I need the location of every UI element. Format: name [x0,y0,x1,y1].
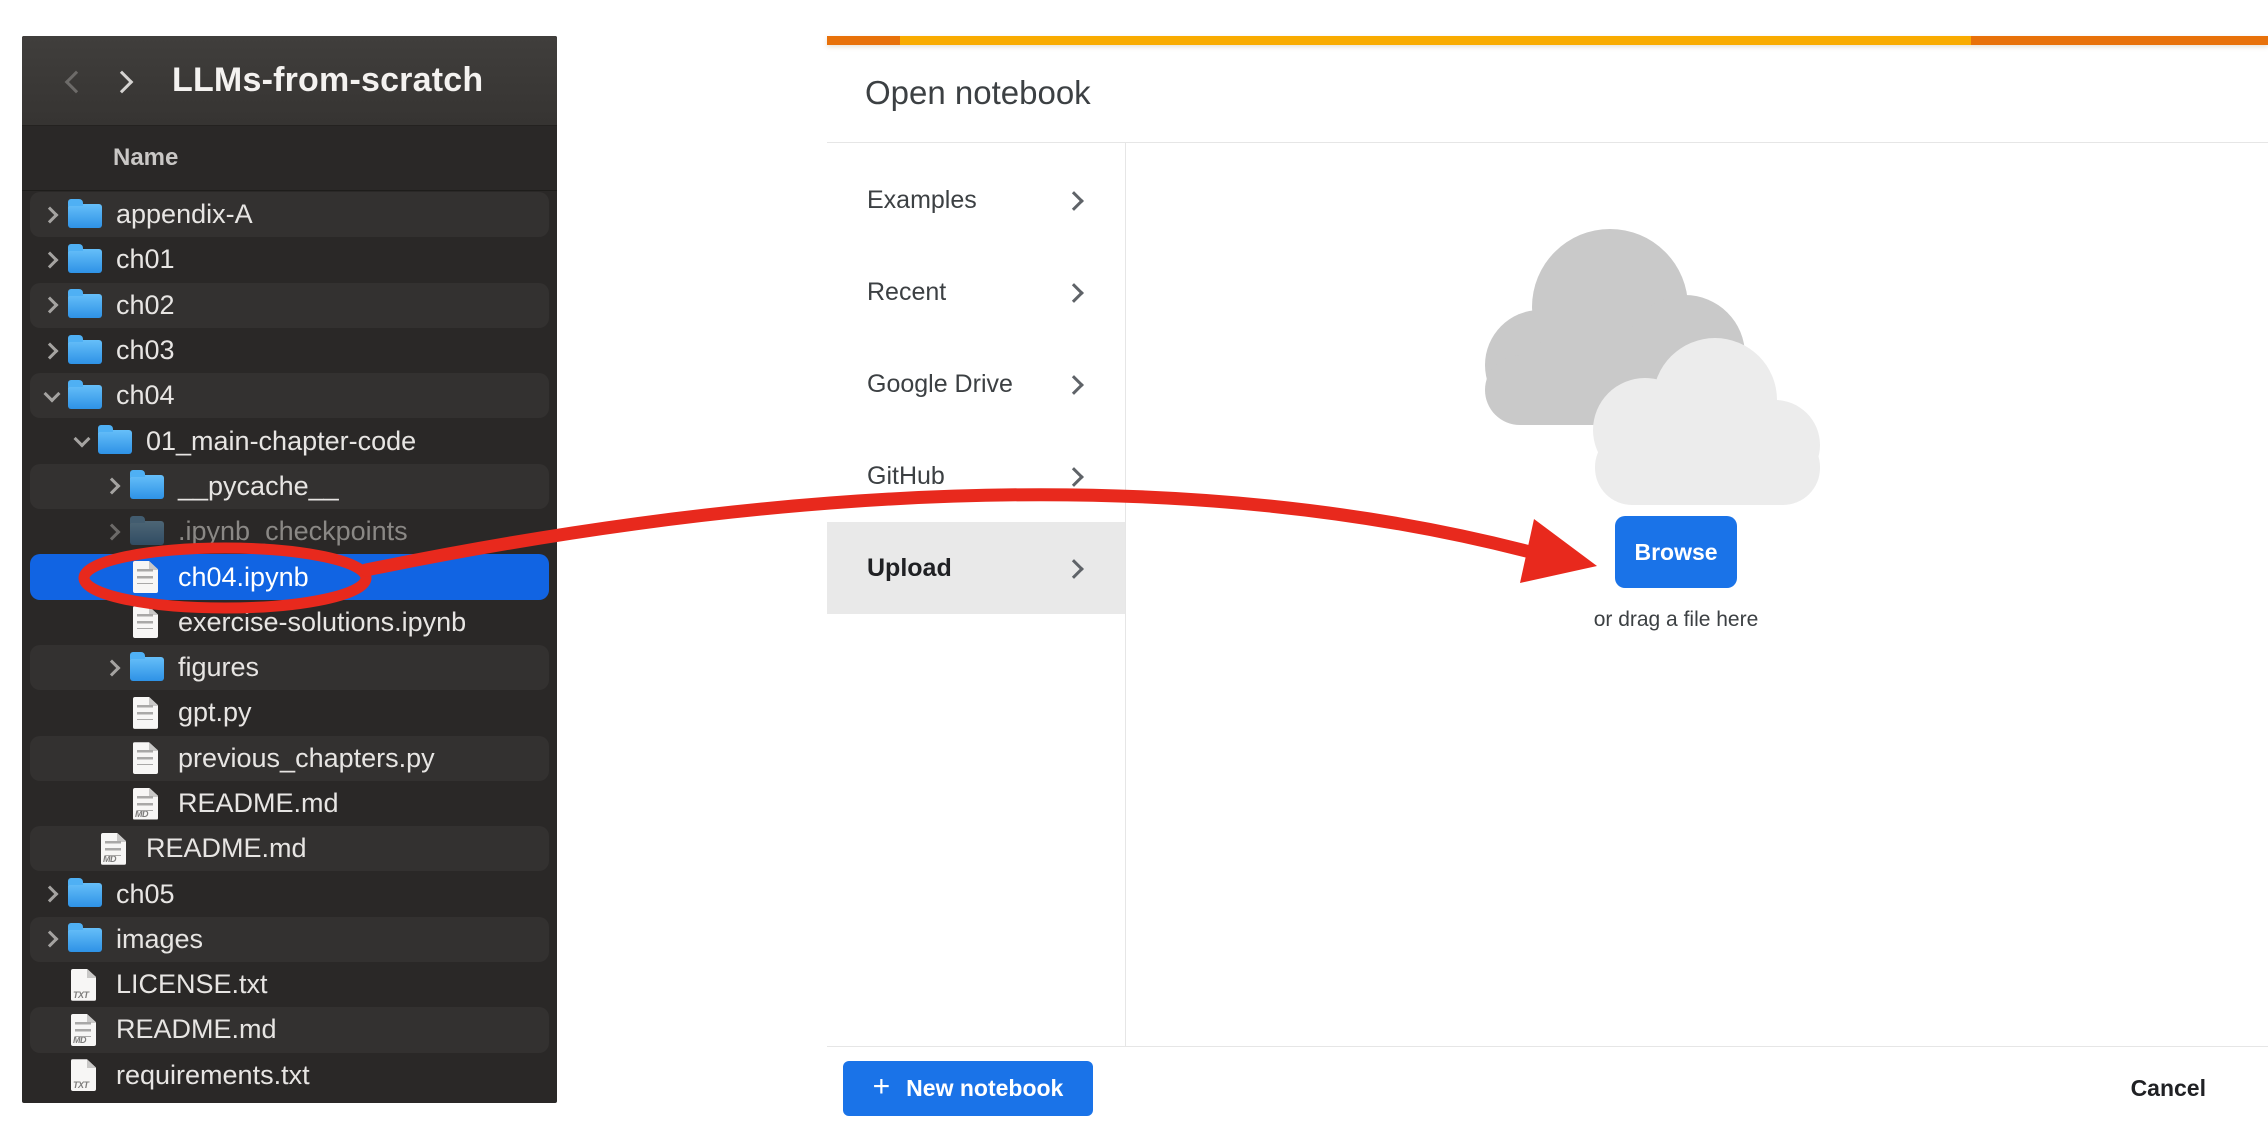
chevron-right-icon[interactable] [42,295,62,315]
tree-row-ch02[interactable]: ch02 [30,283,549,328]
chevron-down-icon[interactable] [72,431,92,451]
markdown-file-icon: MD [130,787,166,821]
tab-examples[interactable]: Examples [827,154,1125,246]
chevron-right-icon [1067,468,1083,484]
tree-row-figures[interactable]: figures [30,645,549,690]
tree-row-requirements-txt[interactable]: TXT requirements.txt [30,1053,549,1098]
dialog-nav: Examples Recent Google Drive GitHub Uplo… [827,154,1125,614]
tree-row-readme-md-chapter[interactable]: MD README.md [30,781,549,826]
no-chevron [104,748,124,768]
chevron-right-icon[interactable] [42,929,62,949]
no-chevron [42,1020,62,1040]
no-chevron [42,1065,62,1085]
tab-google-drive[interactable]: Google Drive [827,338,1125,430]
footer-divider [827,1046,2268,1047]
folder-icon [68,877,104,911]
text-file-icon: TXT [68,968,104,1002]
nav-content-divider [1125,142,1126,1046]
python-file-icon [130,741,166,775]
no-chevron [104,703,124,723]
text-file-icon: TXT [68,1058,104,1092]
tree-row-images[interactable]: images [30,917,549,962]
title-divider [827,142,2268,143]
folder-icon [68,334,104,368]
tree-row-ch03[interactable]: ch03 [30,328,549,373]
no-chevron [104,794,124,814]
notebook-file-icon [130,560,166,594]
tree-row-previous-chapters-py[interactable]: previous_chapters.py [30,736,549,781]
notebook-file-icon [130,605,166,639]
folder-icon [68,198,104,232]
tree-row-01-main-chapter-code[interactable]: 01_main-chapter-code [30,418,549,463]
finder-window: LLMs-from-scratch Name appendix-A ch01 c… [22,36,557,1103]
name-column-header[interactable]: Name [22,126,557,191]
tree-row-exercise-solutions[interactable]: exercise-solutions.ipynb [30,600,549,645]
tree-row-ch04[interactable]: ch04 [30,373,549,418]
markdown-file-icon: MD [98,832,134,866]
loading-progress-bar [827,36,2268,45]
chevron-right-icon [1067,284,1083,300]
finder-window-title: LLMs-from-scratch [172,61,483,100]
plus-icon: + [873,1072,891,1102]
tree-row-ch04-ipynb[interactable]: ch04.ipynb [30,554,549,599]
folder-icon [130,651,166,685]
python-file-icon [130,696,166,730]
name-column-label: Name [113,144,178,172]
tree-row-ch01[interactable]: ch01 [30,237,549,282]
folder-icon [68,379,104,413]
folder-icon [130,515,166,549]
chevron-right-icon[interactable] [42,205,62,225]
no-chevron [42,975,62,995]
tab-recent[interactable]: Recent [827,246,1125,338]
chevron-right-icon[interactable] [42,250,62,270]
chevron-right-icon[interactable] [104,476,124,496]
file-tree: appendix-A ch01 ch02 ch03 ch04 01_main-c… [22,192,557,1098]
tree-row-ipynb-checkpoints[interactable]: .ipynb_checkpoints [30,509,549,554]
folder-icon [98,424,134,458]
tab-github[interactable]: GitHub [827,430,1125,522]
tree-row-ch05[interactable]: ch05 [30,871,549,916]
no-chevron [104,612,124,632]
tree-row-license-txt[interactable]: TXT LICENSE.txt [30,962,549,1007]
chevron-right-icon[interactable] [42,341,62,361]
markdown-file-icon: MD [68,1013,104,1047]
folder-icon [68,243,104,277]
chevron-right-icon [1067,376,1083,392]
tree-row-readme-md-ch04[interactable]: MD README.md [30,826,549,871]
folder-icon [130,469,166,503]
forward-chevron-icon[interactable] [114,70,136,92]
tree-row-appendix-A[interactable]: appendix-A [30,192,549,237]
back-chevron-icon[interactable] [62,70,84,92]
tree-row-readme-md-root[interactable]: MD README.md [30,1007,549,1052]
finder-titlebar: LLMs-from-scratch [22,36,557,126]
chevron-right-icon[interactable] [42,884,62,904]
drag-file-hint: or drag a file here [1546,608,1806,632]
chevron-right-icon[interactable] [104,522,124,542]
tree-row-pycache[interactable]: __pycache__ [30,464,549,509]
tab-upload[interactable]: Upload [827,522,1125,614]
new-notebook-button[interactable]: + New notebook [843,1061,1093,1116]
chevron-down-icon[interactable] [42,386,62,406]
chevron-right-icon [1067,192,1083,208]
open-notebook-dialog: Open notebook Examples Recent Google Dri… [827,36,2268,1142]
clouds-icon [1470,215,1830,515]
tree-row-gpt-py[interactable]: gpt.py [30,690,549,735]
browse-button[interactable]: Browse [1615,516,1737,588]
chevron-right-icon[interactable] [104,658,124,678]
no-chevron [72,839,92,859]
folder-icon [68,922,104,956]
dialog-title: Open notebook [865,74,1091,112]
chevron-right-icon [1067,560,1083,576]
folder-icon [68,288,104,322]
no-chevron [104,567,124,587]
cancel-button[interactable]: Cancel [2125,1074,2212,1103]
